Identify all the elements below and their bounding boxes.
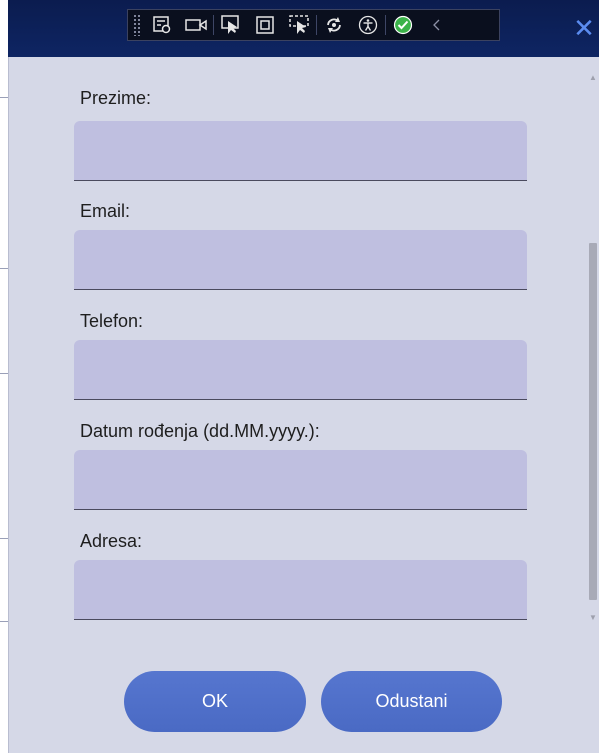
display-layout-adorners-icon[interactable] xyxy=(248,10,282,40)
record-icon[interactable] xyxy=(179,10,213,40)
hot-reload-icon[interactable] xyxy=(317,10,351,40)
edge-tick xyxy=(0,268,8,269)
address-input[interactable] xyxy=(74,560,527,620)
close-icon[interactable]: ✕ xyxy=(571,14,597,44)
ok-button[interactable]: OK xyxy=(124,671,306,732)
select-element-icon[interactable] xyxy=(214,10,248,40)
address-label: Adresa: xyxy=(80,531,143,551)
scrollbar-thumb[interactable] xyxy=(589,243,597,600)
track-focus-icon[interactable] xyxy=(282,10,316,40)
edge-tick xyxy=(0,97,8,98)
accessibility-icon[interactable] xyxy=(351,10,385,40)
phone-input[interactable] xyxy=(74,340,527,400)
surname-label: Prezime: xyxy=(80,88,152,108)
birth-date-input[interactable] xyxy=(74,450,527,510)
surname-input[interactable] xyxy=(74,121,527,181)
email-label: Email: xyxy=(80,201,131,221)
edge-tick xyxy=(0,538,8,539)
email-input[interactable] xyxy=(74,230,527,290)
live-visual-tree-icon[interactable] xyxy=(145,10,179,40)
binding-check-icon[interactable] xyxy=(386,10,420,40)
toolbar-grip[interactable] xyxy=(133,14,141,36)
collapse-chevron-icon[interactable] xyxy=(420,10,454,40)
cancel-button[interactable]: Odustani xyxy=(321,671,502,732)
birth-date-label: Datum rođenja (dd.MM.yyyy.): xyxy=(80,421,320,441)
scroll-up-icon[interactable]: ▲ xyxy=(589,74,597,82)
window-border xyxy=(8,57,9,753)
debug-toolbar xyxy=(127,9,500,41)
edge-tick xyxy=(0,621,8,622)
edge-tick xyxy=(0,373,8,374)
scroll-down-icon[interactable]: ▼ xyxy=(589,614,597,622)
phone-label: Telefon: xyxy=(80,311,144,331)
